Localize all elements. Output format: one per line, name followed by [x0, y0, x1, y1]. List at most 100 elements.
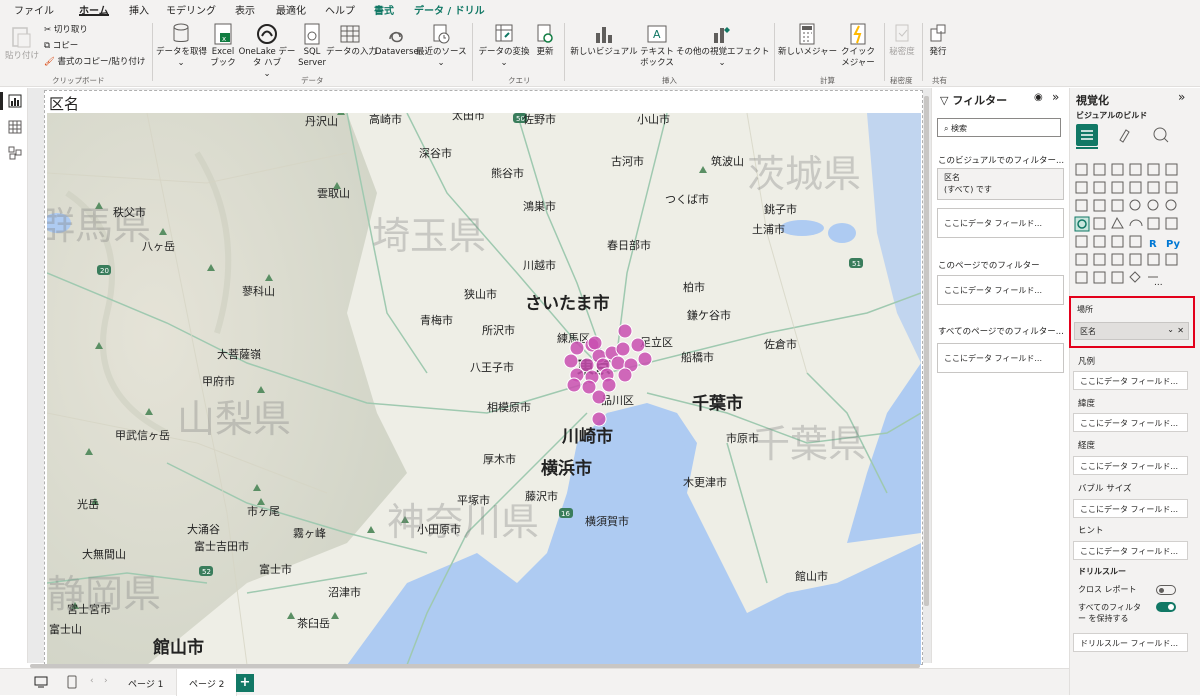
bubble[interactable]	[615, 341, 631, 357]
viz-title: 視覚化	[1076, 94, 1109, 107]
bubble-size-well[interactable]: ここにデータ フィールド...	[1073, 499, 1188, 518]
previous-page-icon[interactable]: ‹	[90, 676, 94, 686]
svg-text:R: R	[1149, 239, 1157, 250]
tooltips-well-label: ヒント	[1078, 526, 1104, 536]
bubble[interactable]	[637, 351, 653, 367]
more-visuals-icon[interactable]: ...	[1154, 278, 1163, 288]
menu-modeling[interactable]: モデリング	[166, 2, 216, 17]
mobile-layout-icon[interactable]	[66, 675, 78, 689]
visual-type-gallery[interactable]: R Py	[1074, 160, 1198, 290]
desktop-layout-icon[interactable]	[34, 675, 48, 689]
all-pages-filter-drop[interactable]: ここにデータ フィールド...	[937, 343, 1064, 373]
cut-icon: ✂	[44, 25, 52, 35]
menu-insert[interactable]: 挿入	[129, 2, 149, 17]
remove-field-icon[interactable]: ✕	[1177, 326, 1184, 335]
cut-button[interactable]: ✂ 切り取り	[44, 25, 88, 36]
latitude-well[interactable]: ここにデータ フィールド...	[1073, 413, 1188, 432]
textbox-label: テキスト ボックス	[640, 47, 674, 68]
sql-server-icon	[304, 23, 320, 45]
bubble[interactable]	[601, 377, 617, 393]
bubble[interactable]	[617, 367, 633, 383]
format-brush-icon[interactable]	[1116, 126, 1134, 144]
transform-data-button[interactable]: データの変換 ⌄	[476, 23, 532, 69]
sql-server-button[interactable]: SQL Server	[298, 23, 326, 69]
dataverse-button[interactable]: Dataverse	[375, 23, 419, 58]
bubble[interactable]	[566, 377, 582, 393]
legend-well[interactable]: ここにデータ フィールド...	[1073, 371, 1188, 390]
enter-data-button[interactable]: データの入力	[326, 23, 377, 58]
publish-button[interactable]: 発行	[926, 23, 950, 58]
map-visual[interactable]: 区名 20 51 52 16 50 群馬県 埼玉県 茨城県 山梨県 千葉県 神奈…	[44, 90, 923, 665]
toggle-knob	[1168, 604, 1174, 610]
page-tab-1[interactable]: ページ 1	[116, 669, 175, 696]
add-page-button[interactable]: +	[236, 674, 254, 692]
chevron-down-icon: ⌄	[718, 58, 726, 68]
next-page-icon[interactable]: ›	[104, 676, 108, 686]
menu-format[interactable]: 書式	[374, 2, 394, 17]
menu-data-drill[interactable]: データ / ドリル	[414, 2, 485, 17]
bubble[interactable]	[617, 323, 633, 339]
menu-home[interactable]: ホーム	[79, 2, 109, 17]
cross-report-toggle[interactable]	[1156, 585, 1176, 595]
filter-card-ward[interactable]: 区名 (すべて) です	[937, 168, 1064, 200]
sensitivity-label: 秘密度	[889, 47, 915, 57]
menu-optimize[interactable]: 最適化	[276, 2, 306, 17]
transform-data-icon	[495, 24, 513, 42]
collapse-icon[interactable]: »	[1052, 90, 1059, 104]
visual-filter-drop[interactable]: ここにデータ フィールド...	[937, 208, 1064, 238]
filter-search-input[interactable]: ⌕ 検索	[937, 118, 1061, 137]
page-tab-bar: ‹ › ページ 1 ページ 2 +	[0, 668, 1069, 696]
drillthrough-well[interactable]: ドリルスルー フィールド...	[1073, 633, 1188, 652]
excel-icon: x	[214, 23, 232, 45]
table-view-icon[interactable]	[8, 120, 22, 134]
page-filter-drop[interactable]: ここにデータ フィールド...	[937, 275, 1064, 305]
bubble[interactable]	[591, 389, 607, 405]
quick-measure-icon	[850, 23, 866, 45]
onelake-icon	[257, 24, 277, 44]
eye-icon[interactable]: ◉	[1034, 92, 1043, 103]
chevron-down-icon[interactable]: ⌄	[1167, 325, 1174, 334]
visual-filters-heading: このビジュアルでのフィルター...	[938, 156, 1065, 166]
build-tab-underline	[1076, 147, 1098, 149]
chevron-down-icon: ⌄	[500, 58, 508, 68]
quick-measure-button[interactable]: クイック メジャー	[838, 23, 878, 69]
new-measure-button[interactable]: 新しいメジャー	[778, 23, 837, 58]
model-view-icon[interactable]	[8, 146, 22, 160]
bubble[interactable]	[569, 340, 585, 356]
bubble[interactable]	[591, 411, 607, 427]
page-tab-2[interactable]: ページ 2	[176, 669, 238, 696]
recent-sources-button[interactable]: 最近のソース ⌄	[416, 23, 467, 69]
format-painter-button[interactable]: 🖌 書式のコピー/貼り付け	[44, 57, 145, 68]
menu-file[interactable]: ファイル	[14, 2, 54, 17]
refresh-button[interactable]: 更新	[533, 23, 557, 58]
new-visual-button[interactable]: 新しいビジュアル	[570, 23, 638, 58]
onelake-label: OneLake データ ハブ	[238, 47, 296, 68]
report-view-icon[interactable]	[8, 94, 22, 108]
filter-pane: ▽ フィルター ◉ » ⌕ 検索 このビジュアルでのフィルター... 区名 (す…	[931, 88, 1069, 663]
analytics-icon[interactable]	[1152, 126, 1170, 144]
build-tab[interactable]	[1076, 124, 1098, 146]
location-field-chip[interactable]: 区名 ⌄ ✕	[1074, 322, 1189, 340]
paste-button[interactable]: 貼り付け	[4, 25, 40, 62]
keep-filters-toggle[interactable]	[1156, 602, 1176, 612]
copy-button[interactable]: ⧉ コピー	[44, 41, 78, 52]
menu-help[interactable]: ヘルプ	[325, 2, 355, 17]
excel-button[interactable]: x Excel ブック	[208, 23, 238, 69]
textbox-button[interactable]: A テキスト ボックス	[640, 23, 674, 69]
more-visuals-button[interactable]: その他の視覚エフェクト ⌄	[676, 23, 770, 69]
menu-view[interactable]: 表示	[235, 2, 255, 17]
bubble[interactable]	[563, 353, 579, 369]
publish-icon	[930, 24, 946, 42]
map[interactable]: 20 51 52 16 50 群馬県 埼玉県 茨城県 山梨県 千葉県 神奈川県 静岡県 …	[47, 113, 921, 665]
onelake-button[interactable]: OneLake データ ハブ ⌄	[238, 23, 296, 80]
quick-measure-label: クイック メジャー	[840, 47, 875, 68]
longitude-well[interactable]: ここにデータ フィールド...	[1073, 456, 1188, 475]
bubble[interactable]	[630, 337, 646, 353]
get-data-button[interactable]: データを取得 ⌄	[156, 23, 207, 69]
bubble[interactable]	[587, 335, 603, 351]
vertical-scrollbar[interactable]	[924, 96, 929, 606]
tooltips-well[interactable]: ここにデータ フィールド...	[1073, 541, 1188, 560]
excel-label: Excel ブック	[210, 47, 236, 68]
collapse-icon[interactable]: »	[1178, 90, 1185, 104]
sensitivity-button[interactable]: 秘密度	[888, 23, 916, 58]
